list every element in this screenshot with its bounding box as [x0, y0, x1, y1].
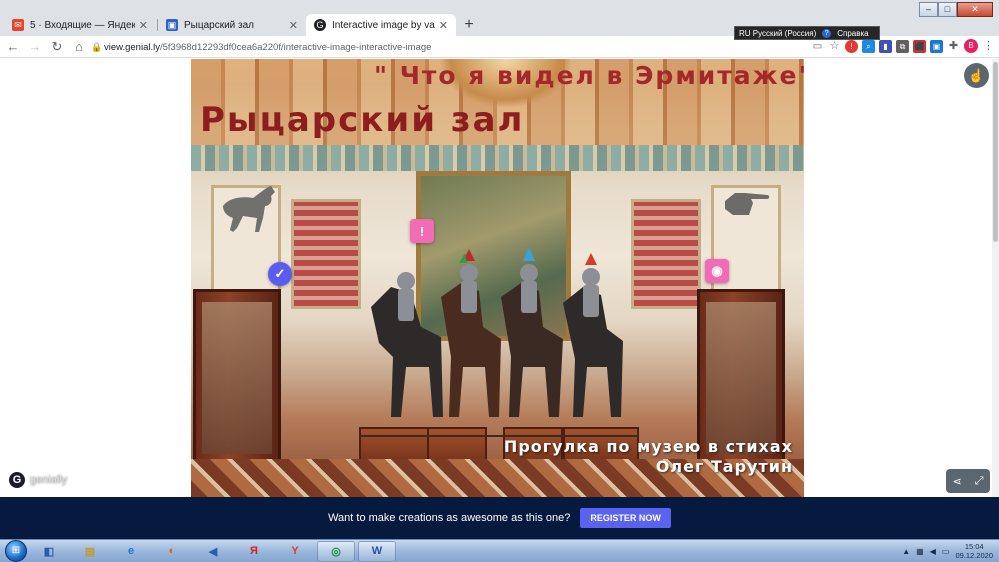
signup-banner: Want to make creations as awesome as thi…	[0, 497, 999, 539]
touch-hand-icon[interactable]: ☝	[964, 63, 989, 88]
scene-heading: Рыцарский зал	[200, 100, 525, 140]
tab-close-icon[interactable]: ✕	[439, 19, 448, 32]
firefox-icon[interactable]: ◐	[153, 541, 191, 562]
back-arrow-icon[interactable]: ←	[4, 39, 22, 54]
pdf-ext-icon[interactable]: ⬛	[913, 39, 926, 53]
credit-subtitle: Прогулка по музею в стихах	[503, 437, 793, 456]
tab-title: Interactive image by vaaus2008	[332, 19, 435, 31]
start-button[interactable]: ⊞	[5, 540, 27, 562]
tab-mail[interactable]: ✉ 5 · Входящие — Яндекс.Почта ✕	[4, 14, 156, 36]
horse-silhouette-icon	[223, 186, 275, 232]
tab-close-icon[interactable]: ✕	[289, 19, 298, 32]
mail-icon: ✉	[12, 19, 24, 31]
tab-title: Рыцарский зал	[184, 19, 255, 31]
lock-icon: 🔒	[91, 41, 103, 52]
internet-explorer-icon[interactable]: e	[112, 541, 150, 562]
yandex-icon[interactable]: Y	[276, 541, 314, 562]
close-window-button[interactable]: ✕	[957, 2, 993, 17]
network-icon[interactable]: ▦	[916, 547, 924, 556]
word-icon[interactable]: W	[358, 540, 396, 562]
windows-taskbar: ⊞ ◧ ▤ e ◐ ◀ Я Y ◎ W ▲ ▦ ◀ ▭ 15:04 09.12.…	[0, 539, 999, 562]
check-icon: ✓	[274, 266, 286, 281]
tab-interactive-image[interactable]: G Interactive image by vaaus2008 ✕	[306, 14, 456, 36]
address-bar[interactable]: 🔒 view.genial.ly/5f3968d12293df0cea6a220…	[90, 38, 835, 56]
bookmarks-ext-icon[interactable]: ▮	[879, 39, 892, 53]
clock-date: 09.12.2020	[955, 551, 993, 560]
maximize-button[interactable]: □	[938, 2, 957, 17]
tab-close-icon[interactable]: ✕	[139, 19, 148, 32]
check-hotspot[interactable]: ✓	[268, 262, 292, 286]
yandex-browser-icon[interactable]: Я	[235, 541, 273, 562]
interactive-image-scene: " Что я видел в Эрмитаже" Рыцарский зал …	[191, 59, 804, 497]
share-fullscreen-panel: ⋖ ⤢	[946, 469, 990, 493]
volume-mixer-icon[interactable]: ◀	[194, 541, 232, 562]
tab-knights-hall[interactable]: ▣ Рыцарский зал ✕	[158, 14, 306, 36]
cast-icon[interactable]: ▭	[811, 40, 824, 53]
clock-time: 15:04	[964, 542, 984, 551]
credit-author: Олег Тарутин	[655, 457, 793, 476]
minimize-button[interactable]: –	[919, 2, 938, 17]
help-label[interactable]: Справка	[837, 29, 868, 38]
scene-title: " Что я видел в Эрмитаже"	[374, 61, 804, 90]
url-path: /5f3968d12293df0cea6a220f/interactive-im…	[159, 41, 432, 53]
register-now-button[interactable]: REGISTER NOW	[580, 508, 671, 528]
banner-text: Want to make creations as awesome as thi…	[328, 512, 571, 524]
view-hotspot[interactable]: ◉	[705, 259, 729, 283]
reload-icon[interactable]: ↻	[48, 39, 66, 55]
file-explorer-icon[interactable]: ▤	[71, 541, 109, 562]
chrome-icon[interactable]: ◎	[317, 540, 355, 562]
clock[interactable]: 15:04 09.12.2020	[955, 542, 993, 560]
home-icon[interactable]: ⌂	[70, 39, 88, 54]
bookmark-star-icon[interactable]: ☆	[828, 40, 841, 53]
translate-ext-icon[interactable]: ▣	[930, 39, 943, 53]
fullscreen-icon[interactable]: ⤢	[975, 475, 984, 488]
genially-icon: G	[314, 19, 326, 31]
copy-ext-icon[interactable]: ⧉	[896, 39, 909, 53]
system-tray: ▲ ▦ ◀ ▭ 15:04 09.12.2020	[902, 542, 993, 560]
extensions-puzzle-icon[interactable]: ✚	[947, 40, 960, 53]
eye-icon: ◉	[711, 263, 723, 278]
genially-logo-icon: G	[7, 470, 27, 490]
battery-icon[interactable]: ▭	[942, 547, 950, 556]
genially-wordmark: genially	[30, 474, 68, 486]
menu-dots-icon[interactable]: ⋮	[982, 40, 995, 53]
pointing-hand-icon	[725, 193, 770, 215]
image-icon: ▣	[166, 19, 178, 31]
help-icon: ?	[822, 28, 832, 38]
scene-credit: Прогулка по музею в стихах Олег Тарутин	[504, 437, 793, 477]
info-hotspot[interactable]: !	[410, 219, 434, 243]
language-bar[interactable]: RU Русский (Россия) ? Справка	[734, 26, 880, 40]
forward-arrow-icon[interactable]: →	[26, 39, 44, 54]
new-tab-button[interactable]: +	[459, 16, 479, 36]
tray-arrow-icon[interactable]: ▲	[902, 547, 910, 556]
url-host: view.genial.ly	[104, 41, 160, 53]
extension-icons: ▭ ☆ ! ⌕ ▮ ⧉ ⬛ ▣ ✚ B ⋮	[811, 39, 995, 53]
mounted-knights-group	[371, 247, 623, 417]
window-controls: – □ ✕	[919, 2, 993, 17]
search-ext-icon[interactable]: ⌕	[862, 39, 875, 53]
yandex-ext-icon[interactable]: !	[845, 39, 858, 53]
wall-frieze	[191, 145, 804, 171]
media-player-icon[interactable]: ◧	[30, 541, 68, 562]
genially-logo[interactable]: G genially	[7, 470, 67, 490]
language-label[interactable]: RU Русский (Россия)	[739, 29, 816, 38]
speaker-icon[interactable]: ◀	[930, 547, 936, 556]
scrollbar-thumb[interactable]	[993, 62, 998, 242]
exclamation-icon: !	[419, 223, 425, 239]
share-icon[interactable]: ⋖	[952, 475, 961, 488]
tab-title: 5 · Входящие — Яндекс.Почта	[30, 19, 135, 31]
profile-avatar[interactable]: B	[964, 39, 978, 53]
